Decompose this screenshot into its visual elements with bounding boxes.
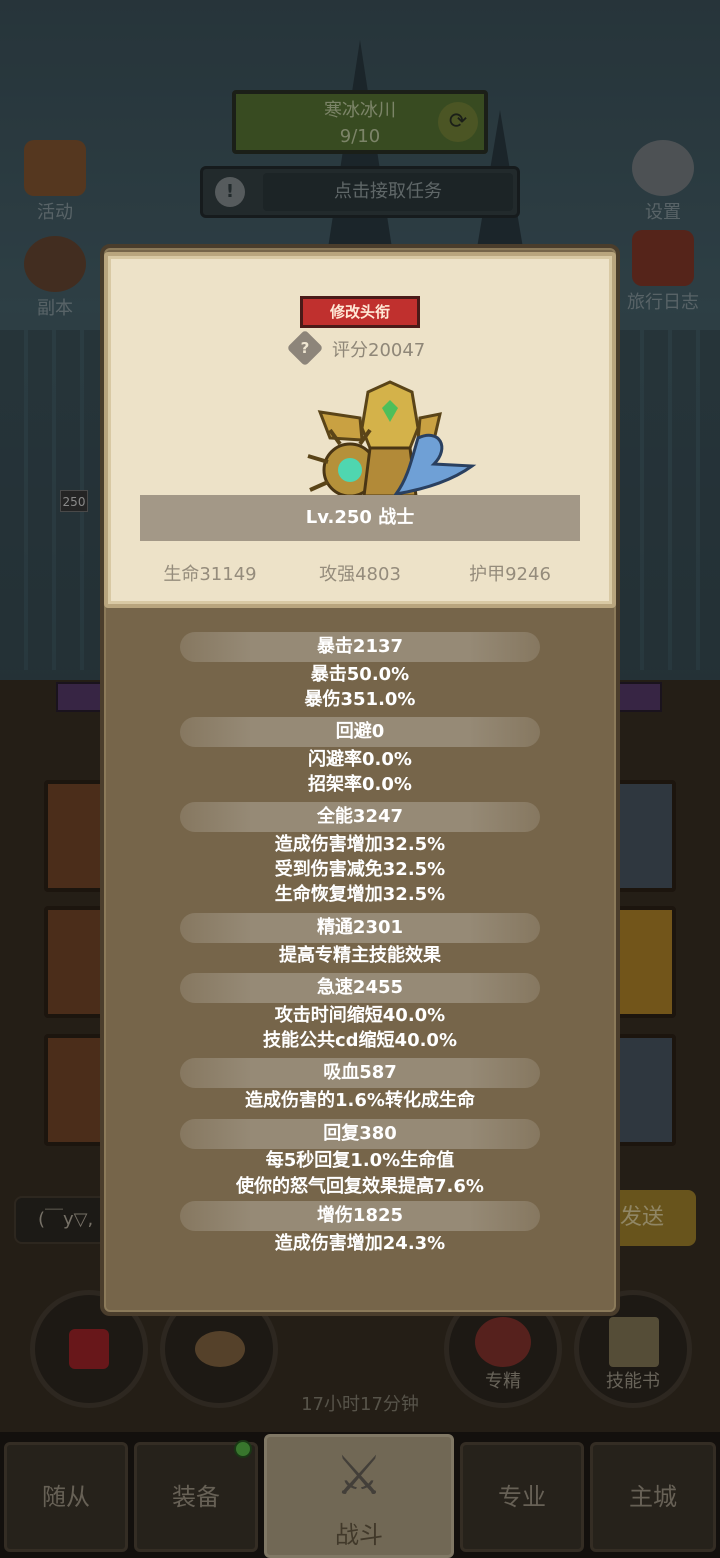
stat-header: 回避0: [180, 717, 540, 747]
warrior-portrait: [307, 380, 477, 498]
stat-detail: 暴伤351.0%: [304, 689, 416, 710]
attack-power-stat: 攻强4803: [319, 564, 401, 585]
health-stat: 生命31149: [163, 564, 257, 585]
stat-detail: 技能公共cd缩短40.0%: [262, 1030, 457, 1051]
stat-detail: 造成伤害的1.6%转化成生命: [245, 1090, 475, 1111]
stat-detail: 闪避率0.0%: [308, 749, 412, 770]
stat-detail: 造成伤害增加32.5%: [274, 834, 446, 855]
score-text: 评分20047: [332, 340, 426, 361]
stat-detail: 招架率0.0%: [308, 774, 412, 795]
help-icon[interactable]: ?: [286, 329, 324, 367]
stat-detail: 攻击时间缩短40.0%: [274, 1005, 446, 1026]
stat-header: 回复380: [180, 1119, 540, 1149]
stat-header: 全能3247: [180, 802, 540, 832]
stat-header: 吸血587: [180, 1058, 540, 1088]
stat-detail: 生命恢复增加32.5%: [274, 884, 446, 905]
stat-detail: 使你的怒气回复效果提高7.6%: [236, 1176, 484, 1197]
stat-detail: 每5秒回复1.0%生命值: [265, 1150, 455, 1171]
stat-header: 急速2455: [180, 973, 540, 1003]
stat-header: 增伤1825: [180, 1201, 540, 1231]
character-name-level: Lv.250 战士: [140, 495, 580, 541]
stat-detail: 造成伤害增加24.3%: [274, 1233, 446, 1254]
stat-detail: 受到伤害减免32.5%: [274, 859, 446, 880]
stat-detail: 提高专精主技能效果: [279, 945, 441, 966]
stat-header: 暴击2137: [180, 632, 540, 662]
change-title-button[interactable]: 修改头衔: [300, 296, 420, 328]
stat-detail: 暴击50.0%: [310, 664, 410, 685]
armor-stat: 护甲9246: [469, 564, 551, 585]
stat-header: 精通2301: [180, 913, 540, 943]
